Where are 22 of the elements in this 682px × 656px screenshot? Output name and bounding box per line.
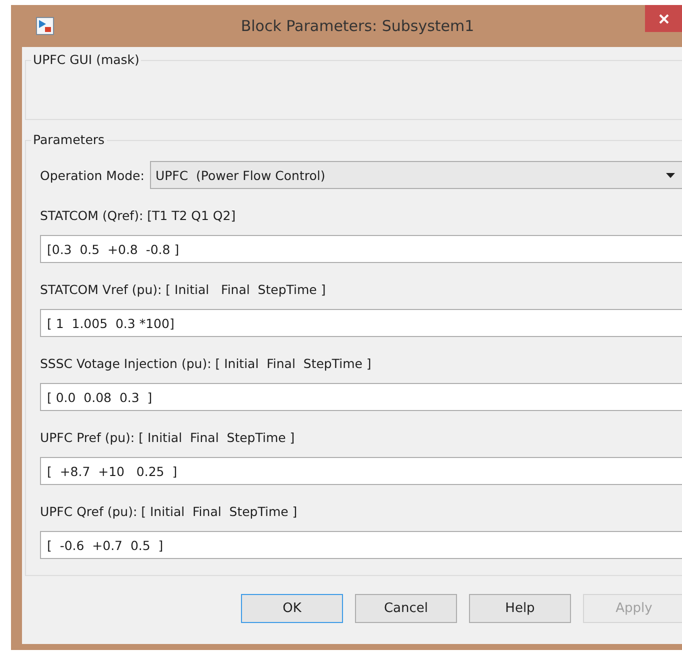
dialog-button[interactable]: Help: [469, 594, 571, 623]
input-field[interactable]: [ 1 1.005 0.3 *100]: [40, 309, 682, 337]
dialog-button[interactable]: OK: [241, 594, 343, 623]
close-icon: [658, 12, 670, 24]
input-field[interactable]: [ 0.0 0.08 0.3 ]: [40, 383, 682, 411]
input-field[interactable]: [ -0.6 +0.7 0.5 ]: [40, 531, 682, 559]
operation-mode-dropdown[interactable]: UPFC (Power Flow Control): [150, 161, 682, 189]
input-field[interactable]: [ +8.7 +10 0.25 ]: [40, 457, 682, 485]
field-label: UPFC Pref (pu): [ Initial Final StepTime ]: [40, 430, 295, 445]
block-icon: [36, 17, 54, 35]
dialog-button[interactable]: Cancel: [355, 594, 457, 623]
field-label: Operation Mode:: [40, 168, 144, 182]
group-title: UPFC GUI (mask): [31, 52, 142, 67]
field-label: UPFC Qref (pu): [ Initial Final StepTime ]: [40, 504, 298, 519]
caret-icon: [666, 172, 675, 178]
window-title: Block Parameters: Subsystem1: [240, 17, 476, 35]
field-label: SSSC Votage Injection (pu): [ Initial Final StepTime ]: [40, 356, 372, 371]
field-label: STATCOM (Qref): [T1 T2 Q1 Q2]: [40, 208, 236, 223]
input-field[interactable]: [0.3 0.5 +0.8 -0.8 ]: [40, 235, 682, 263]
group-title: Parameters: [31, 132, 107, 147]
field-label: STATCOM Vref (pu): [ Initial Final StepTime ]: [40, 282, 326, 297]
close-button[interactable]: [645, 5, 682, 32]
